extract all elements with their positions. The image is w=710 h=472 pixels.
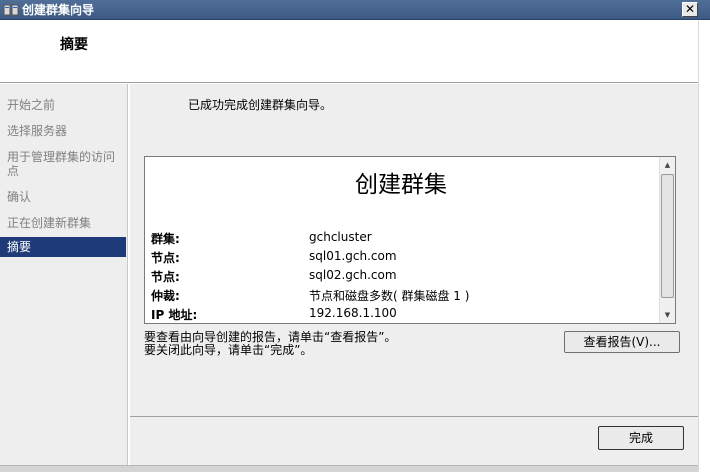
scroll-down-arrow-icon[interactable]: ▼ [660,307,675,323]
title-bar: 创建群集向导 ✕ [0,0,710,20]
report-scrollbar[interactable]: ▲ ▼ [659,157,675,323]
footer-divider [130,416,698,417]
report-row-node: 节点: sql02.gch.com [151,268,651,286]
report-row-node: 节点: sql01.gch.com [151,249,651,267]
report-label: 节点: [151,251,180,265]
close-button[interactable]: ✕ [682,2,698,17]
finish-button[interactable]: 完成 [598,426,684,450]
report-row-ip-address: IP 地址: 192.168.1.100 [151,306,651,324]
step-select-servers: 选择服务器 [7,124,68,138]
report-label: 仲裁: [151,289,180,303]
report-label: 群集: [151,232,180,246]
page-title: 摘要 [60,37,88,53]
step-access-point: 用于管理群集的访问点 [7,150,116,178]
step-confirmation: 确认 [7,190,32,204]
close-icon: ✕ [684,2,696,16]
report-value: 192.168.1.100 [309,306,397,320]
window-right-edge [698,21,710,472]
report-value: sql01.gch.com [309,249,397,263]
step-creating-cluster: 正在创建新群集 [7,216,92,230]
wizard-header: 摘要 [0,21,698,83]
report-value: 节点和磁盘多数( 群集磁盘 1 ) [309,289,470,303]
scroll-up-arrow-icon[interactable]: ▲ [660,157,675,173]
scroll-thumb[interactable] [661,174,674,298]
report-row-quorum: 仲裁: 节点和磁盘多数( 群集磁盘 1 ) [151,287,651,305]
report-value: sql02.gch.com [309,268,397,282]
close-wizard-hint: 要关闭此向导，请单击“完成”。 [144,343,313,357]
report-label: 节点: [151,270,180,284]
report-label: IP 地址: [151,308,198,322]
cluster-app-icon [3,4,19,16]
report-row-cluster: 群集: gchcluster [151,230,651,248]
window-title: 创建群集向导 [22,3,95,17]
step-before-you-begin: 开始之前 [7,98,56,112]
report-panel[interactable]: 创建群集 群集: gchcluster 节点: sql01.gch.com 节点… [144,156,676,324]
window-bottom-edge [0,465,698,472]
wizard-steps-sidebar: 开始之前 选择服务器 用于管理群集的访问点 确认 正在创建新群集 摘要 [0,84,128,465]
view-report-button[interactable]: 查看报告(V)... [564,331,680,353]
step-summary: 摘要 [0,237,126,257]
success-message: 已成功完成创建群集向导。 [188,98,333,112]
report-value: gchcluster [309,230,372,244]
wizard-content: 已成功完成创建群集向导。 创建群集 群集: gchcluster 节点: sql… [130,84,698,465]
report-title: 创建群集 [355,172,447,198]
